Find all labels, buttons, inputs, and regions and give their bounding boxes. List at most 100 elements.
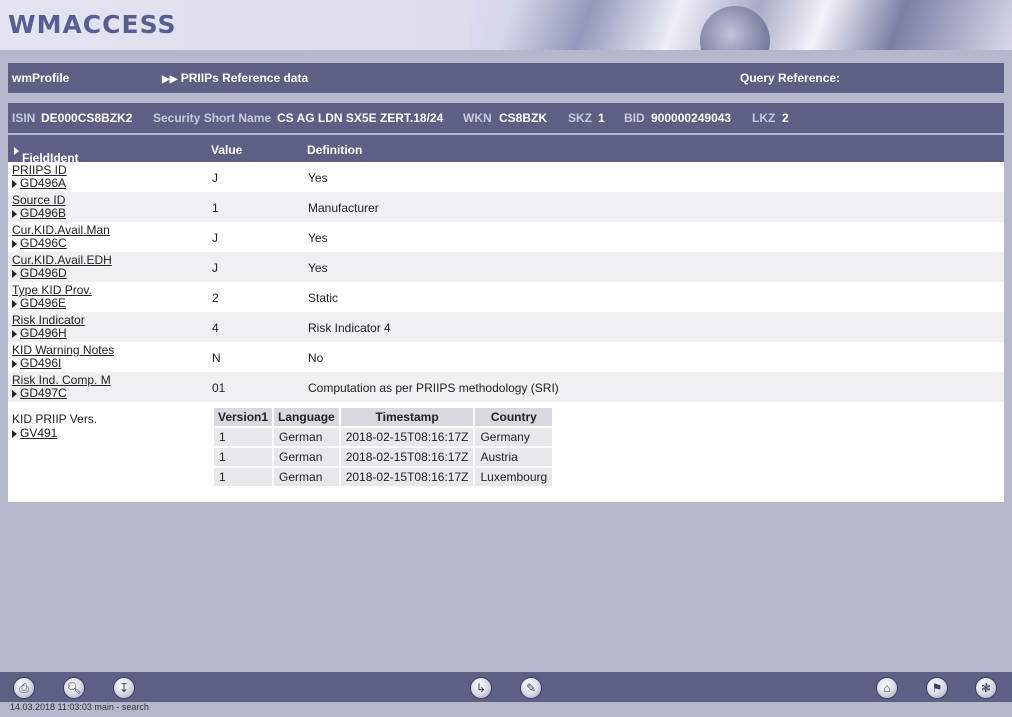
- short-name-label: Security Short Name: [153, 111, 272, 125]
- col-header-language: Language: [274, 408, 339, 426]
- field-definition: Static: [308, 291, 339, 305]
- cell-version: 1: [214, 428, 273, 446]
- definition-header: Definition: [307, 143, 363, 157]
- field-code-link[interactable]: GD496E: [20, 296, 66, 310]
- fieldident-header[interactable]: FieldIdent: [14, 143, 79, 165]
- bid-label: BID: [624, 111, 645, 125]
- lkz-value: 2: [782, 111, 789, 125]
- field-code-link[interactable]: GV491: [20, 426, 57, 440]
- security-info-bar: ISIN DE000CS8BZK2 Security Short Name CS…: [8, 103, 1004, 133]
- header-banner: WMACCESS: [0, 0, 1012, 50]
- field-code-link[interactable]: GD497C: [20, 386, 67, 400]
- cell-timestamp: 2018-02-15T08:16:17Z: [340, 448, 474, 466]
- cell-version: 1: [214, 468, 273, 486]
- table-row: KID Warning Notes GD496I N No: [8, 342, 1004, 372]
- field-name-link[interactable]: Source ID: [12, 193, 65, 207]
- table-row: 1 German 2018-02-15T08:16:17Z Austria: [214, 448, 553, 466]
- field-name-link[interactable]: Cur.KID.Avail.Man: [12, 223, 110, 237]
- cell-country: Austria: [475, 448, 553, 466]
- edit-icon[interactable]: ✎: [520, 677, 542, 699]
- cell-language: German: [274, 448, 339, 466]
- field-value: 2: [212, 291, 219, 305]
- field-name-link[interactable]: KID Warning Notes: [12, 343, 114, 357]
- field-definition: Yes: [308, 231, 328, 245]
- nav-section: ▶▶ PRIIPs Reference data: [162, 71, 309, 85]
- expand-arrow-icon: [12, 359, 17, 368]
- field-code-link[interactable]: GD496D: [20, 266, 67, 280]
- download-icon[interactable]: ↧: [113, 677, 135, 699]
- table-row: Type KID Prov. GD496E 2 Static: [8, 282, 1004, 312]
- settings-icon[interactable]: ❃: [975, 677, 997, 699]
- field-code-link[interactable]: GD496I: [20, 356, 61, 370]
- field-name-link[interactable]: Risk Ind. Comp. M: [12, 373, 111, 387]
- field-value: J: [212, 171, 218, 185]
- banner-image: [470, 0, 1012, 50]
- nav-bar: wmProfile ▶▶ PRIIPs Reference data Query…: [8, 63, 1004, 93]
- footer-toolbar: ⎙ 🔍︎ ↧ ↳ ✎ ⌂ ⚑ ❃: [0, 672, 1012, 702]
- reference-data-panel: FieldIdent Value Definition PRIIPS ID GD4…: [8, 135, 1004, 502]
- expand-arrow-icon: [12, 179, 17, 188]
- query-reference-label: Query Reference:: [740, 71, 841, 85]
- field-name-link[interactable]: PRIIPS ID: [12, 163, 67, 177]
- field-code-link[interactable]: GD496C: [20, 236, 67, 250]
- table-row: 1 German 2018-02-15T08:16:17Z Luxembourg: [214, 468, 553, 486]
- field-definition: Yes: [308, 261, 328, 275]
- cell-timestamp: 2018-02-15T08:16:17Z: [340, 428, 474, 446]
- value-header: Value: [211, 143, 243, 157]
- field-definition: Manufacturer: [308, 201, 379, 215]
- status-line: 14.03.2018 11:03:03 main - search: [10, 702, 149, 712]
- field-code-link[interactable]: GD496B: [20, 206, 66, 220]
- field-definition: No: [308, 351, 324, 365]
- col-header-version: Version1: [214, 408, 273, 426]
- print-icon[interactable]: ⎙: [13, 677, 35, 699]
- expand-arrow-icon: [12, 389, 17, 398]
- field-definition: Risk Indicator 4: [308, 321, 391, 335]
- wkn-label: WKN: [463, 111, 492, 125]
- table-row: Cur.KID.Avail.EDH GD496D J Yes: [8, 252, 1004, 282]
- field-value: J: [212, 261, 218, 275]
- skz-value: 1: [598, 111, 605, 125]
- table-row: Risk Indicator GD496H 4 Risk Indicator 4: [8, 312, 1004, 342]
- field-definition: Computation as per PRIIPS methodology (S…: [308, 381, 559, 395]
- flag-icon[interactable]: ⚑: [926, 677, 948, 699]
- isin-label: ISIN: [12, 111, 36, 125]
- field-definition: Yes: [308, 171, 328, 185]
- kid-versions-table: Version1 Language Timestamp Country 1 Ge…: [212, 406, 554, 488]
- cell-timestamp: 2018-02-15T08:16:17Z: [340, 468, 474, 486]
- expand-arrow-icon: [12, 299, 17, 308]
- table-row: PRIIPS ID GD496A J Yes: [8, 162, 1004, 192]
- field-value: J: [212, 231, 218, 245]
- field-name: KID PRIIP Vers.: [12, 412, 98, 426]
- field-name-link[interactable]: Cur.KID.Avail.EDH: [12, 253, 112, 267]
- field-value: N: [212, 351, 221, 365]
- table-row: Risk Ind. Comp. M GD497C 01 Computation a…: [8, 372, 1004, 402]
- col-header-country: Country: [475, 408, 553, 426]
- short-name-value: CS AG LDN SX5E ZERT.18/24: [277, 111, 444, 125]
- preview-icon[interactable]: 🔍︎: [63, 677, 85, 699]
- expand-arrow-icon: [14, 146, 19, 155]
- nav-profile-link[interactable]: wmProfile: [12, 71, 69, 85]
- wkn-value: CS8BZK: [499, 111, 548, 125]
- double-chevron-icon: ▶▶: [162, 74, 178, 85]
- isin-value: DE000CS8BZK2: [41, 111, 133, 125]
- expand-arrow-icon: [12, 209, 17, 218]
- table-header: FieldIdent Value Definition: [8, 135, 1004, 165]
- home-icon[interactable]: ⌂: [876, 677, 898, 699]
- app-logo: WMACCESS: [8, 10, 177, 39]
- field-code-link[interactable]: GD496A: [20, 176, 66, 190]
- cell-country: Luxembourg: [475, 468, 553, 486]
- field-name-link[interactable]: Type KID Prov.: [12, 283, 92, 297]
- table-row: 1 German 2018-02-15T08:16:17Z Germany: [214, 428, 553, 446]
- col-header-timestamp: Timestamp: [340, 408, 474, 426]
- skz-label: SKZ: [568, 111, 592, 125]
- bid-value: 900000249043: [651, 111, 732, 125]
- table-row: Cur.KID.Avail.Man GD496C J Yes: [8, 222, 1004, 252]
- expand-arrow-icon: [12, 269, 17, 278]
- field-code-link[interactable]: GD496H: [20, 326, 67, 340]
- field-value: 01: [212, 381, 226, 395]
- lkz-label: LKZ: [752, 111, 776, 125]
- field-value: 1: [212, 201, 219, 215]
- cell-version: 1: [214, 448, 273, 466]
- export-icon[interactable]: ↳: [470, 677, 492, 699]
- field-name-link[interactable]: Risk Indicator: [12, 313, 85, 327]
